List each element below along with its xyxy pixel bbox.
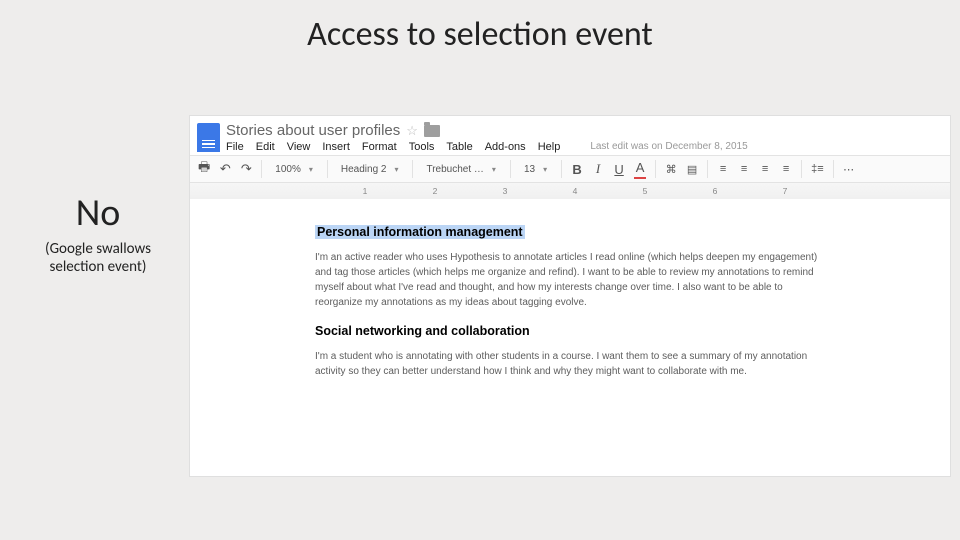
last-edit-text: Last edit was on December 8, 2015 — [590, 141, 747, 152]
paragraph-2: I'm a student who is annotating with oth… — [315, 349, 825, 379]
text-color-button[interactable]: A — [634, 159, 646, 179]
google-docs-screenshot: Stories about user profiles ☆ File Edit … — [190, 116, 950, 476]
line-spacing-icon[interactable]: ‡≡ — [811, 159, 824, 179]
toolbar: 🖶 ↶ ↷ 100% Heading 2 Trebuchet … 13 B I … — [190, 155, 950, 183]
selected-text: Personal information management — [315, 225, 525, 239]
menu-help[interactable]: Help — [538, 141, 561, 153]
menu-file[interactable]: File — [226, 141, 244, 153]
menubar: File Edit View Insert Format Tools Table… — [226, 141, 560, 153]
document-title[interactable]: Stories about user profiles — [226, 122, 400, 139]
italic-button[interactable]: I — [592, 159, 604, 179]
more-icon[interactable]: ⋯ — [843, 159, 855, 179]
align-right-icon[interactable]: ≡ — [759, 159, 771, 179]
titlebar: Stories about user profiles ☆ File Edit … — [190, 116, 950, 155]
menu-table[interactable]: Table — [446, 141, 472, 153]
side-caption: (Google swallows selection event) — [18, 240, 178, 276]
underline-button[interactable]: U — [613, 159, 625, 179]
font-size-select[interactable]: 13 — [520, 163, 552, 176]
align-left-icon[interactable]: ≡ — [717, 159, 729, 179]
heading-1: Personal information management — [315, 223, 825, 242]
paragraph-style-select[interactable]: Heading 2 — [337, 163, 404, 176]
menu-edit[interactable]: Edit — [256, 141, 275, 153]
menu-insert[interactable]: Insert — [322, 141, 350, 153]
heading-2: Social networking and collaboration — [315, 322, 825, 341]
slide-title: Access to selection event — [0, 0, 960, 55]
side-commentary: No (Google swallows selection event) — [18, 190, 178, 276]
print-icon[interactable]: 🖶 — [198, 159, 210, 179]
align-justify-icon[interactable]: ≡ — [780, 159, 792, 179]
ruler: 1 2 3 4 5 6 7 — [190, 183, 950, 199]
title-column: Stories about user profiles ☆ File Edit … — [226, 122, 560, 153]
slide: Access to selection event No (Google swa… — [0, 0, 960, 540]
menu-view[interactable]: View — [287, 141, 311, 153]
zoom-select[interactable]: 100% — [271, 163, 318, 176]
bold-button[interactable]: B — [571, 159, 583, 179]
align-center-icon[interactable]: ≡ — [738, 159, 750, 179]
menu-format[interactable]: Format — [362, 141, 397, 153]
undo-icon[interactable]: ↶ — [219, 159, 231, 179]
docs-logo-icon[interactable] — [197, 123, 220, 152]
insert-comment-icon[interactable]: ▤ — [686, 159, 698, 179]
menu-tools[interactable]: Tools — [409, 141, 435, 153]
paragraph-1: I'm an active reader who uses Hypothesis… — [315, 250, 825, 310]
folder-icon[interactable] — [424, 125, 440, 137]
menu-addons[interactable]: Add-ons — [485, 141, 526, 153]
side-answer: No — [18, 190, 178, 236]
document-content[interactable]: Personal information management I'm an a… — [315, 199, 875, 476]
star-icon[interactable]: ☆ — [406, 123, 418, 139]
font-select[interactable]: Trebuchet … — [422, 163, 500, 176]
document-page: Personal information management I'm an a… — [190, 199, 950, 476]
insert-link-icon[interactable]: ⌘ — [665, 159, 677, 179]
redo-icon[interactable]: ↷ — [240, 159, 252, 179]
